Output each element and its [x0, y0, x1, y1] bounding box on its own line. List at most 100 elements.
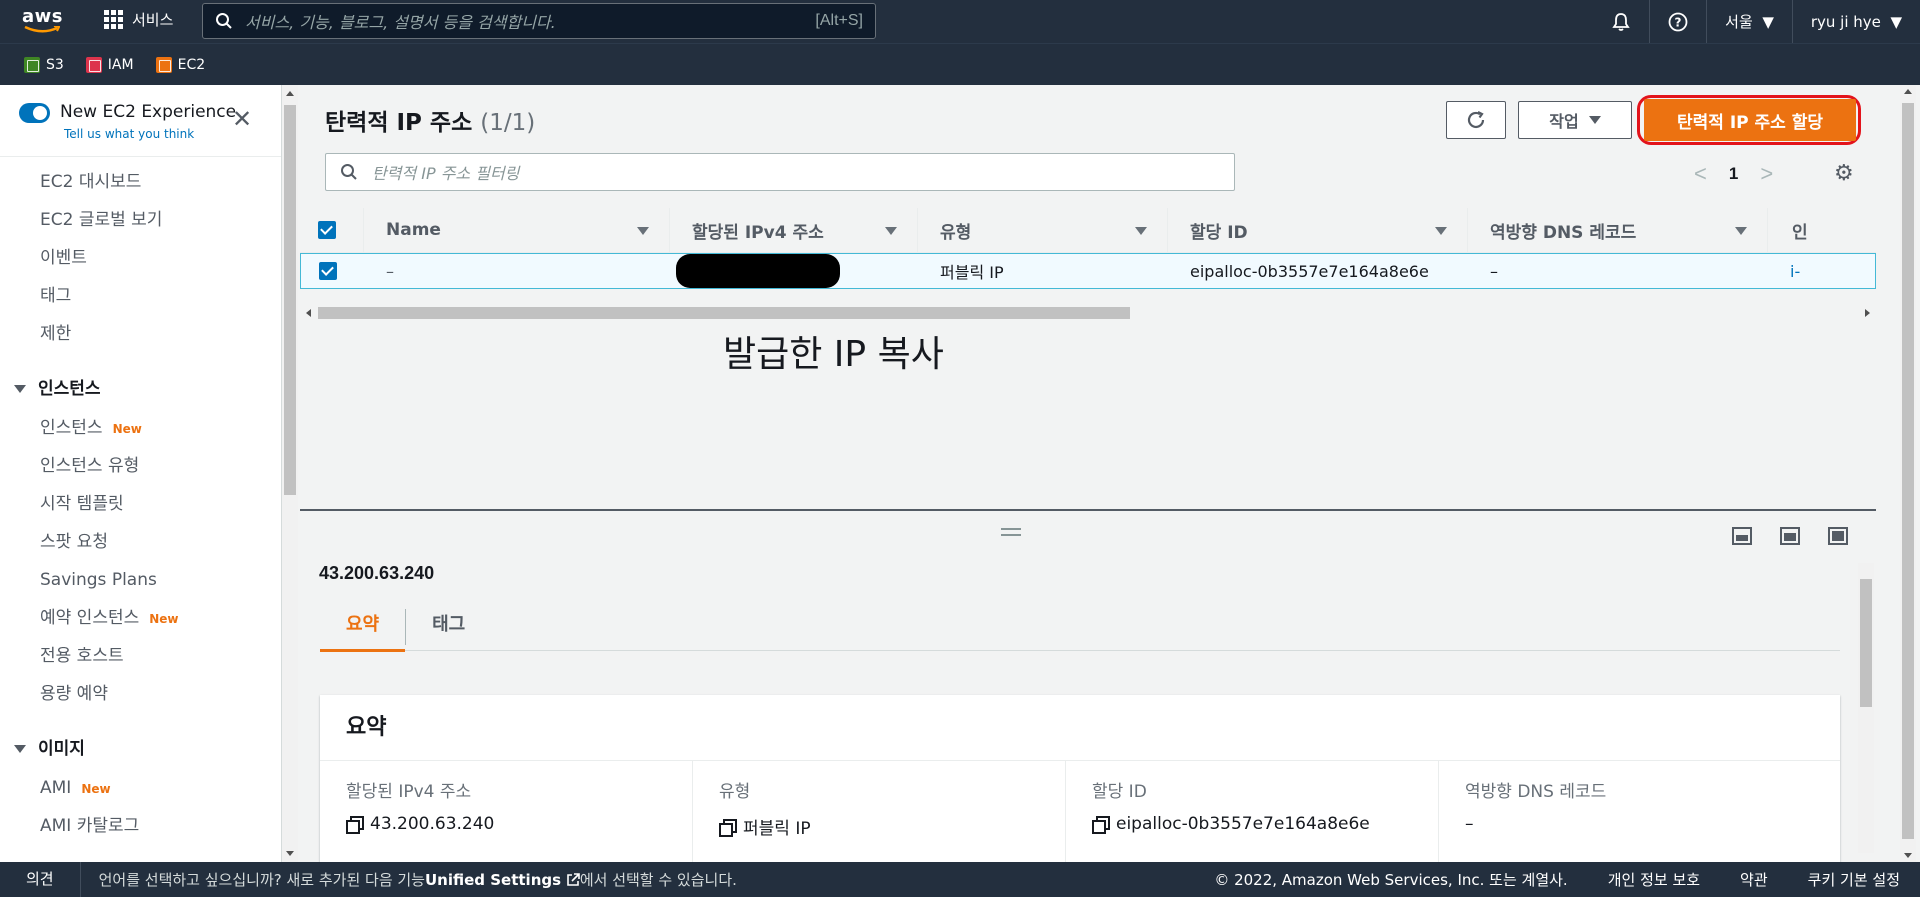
notifications-button[interactable] — [1593, 0, 1649, 43]
new-badge: New — [81, 782, 111, 796]
table-row[interactable]: – 퍼블릭 IP eipalloc-0b3557e7e164a8e6e – i- — [300, 253, 1876, 289]
main-content: 탄력적 IP 주소 (1/1) 작업 탄력적 IP 주소 할당 탄력적 IP 주… — [300, 85, 1876, 865]
sidebar-item-spot-requests[interactable]: 스팟 요청 — [0, 523, 281, 561]
new-experience-toggle[interactable] — [19, 103, 50, 123]
filter-input[interactable]: 탄력적 IP 주소 필터링 — [325, 153, 1235, 191]
cell-type: 퍼블릭 IP — [940, 263, 1004, 282]
page-title-text: 탄력적 IP 주소 — [325, 110, 473, 136]
column-header-reverse-dns[interactable]: 역방향 DNS 레코드 — [1468, 207, 1768, 253]
annotation-text: 발급한 IP 복사 — [723, 334, 944, 375]
close-icon[interactable]: ✕ — [232, 108, 252, 132]
column-header-ipv4[interactable]: 할당된 IPv4 주소 — [670, 207, 918, 253]
cell-name: – — [386, 261, 394, 281]
sidebar-section-images[interactable]: 이미지 — [0, 729, 281, 769]
sidebar-item-dedicated-hosts[interactable]: 전용 호스트 — [0, 637, 281, 675]
sort-icon — [637, 226, 649, 235]
actions-label: 작업 — [1549, 112, 1579, 131]
column-header-type[interactable]: 유형 — [918, 207, 1168, 253]
split-divider — [300, 509, 1876, 511]
sidebar-nav: EC2 대시보드 EC2 글로벌 보기 이벤트 태그 제한 인스턴스 인스턴스 N… — [0, 163, 281, 845]
refresh-icon — [1467, 111, 1485, 129]
elastic-ip-table: Name 할당된 IPv4 주소 유형 할당 ID 역방향 DNS 레코드 인 … — [300, 207, 1876, 289]
help-button[interactable]: ? — [1649, 0, 1706, 43]
field-value: 퍼블릭 IP — [743, 819, 811, 839]
region-selector[interactable]: 서울 ▼ — [1706, 0, 1792, 43]
item-label: AMI — [40, 778, 72, 798]
sidebar-item-capacity-reservations[interactable]: 용량 예약 — [0, 675, 281, 713]
column-header-name[interactable]: Name — [364, 207, 670, 253]
cell-instance-link[interactable]: i- — [1768, 254, 1808, 288]
column-header-allocation-id[interactable]: 할당 ID — [1168, 207, 1468, 253]
page-title: 탄력적 IP 주소 (1/1) — [325, 103, 535, 137]
split-bottom-icon[interactable] — [1732, 527, 1752, 545]
tab-summary[interactable]: 요약 — [320, 603, 406, 652]
details-title: 43.200.63.240 — [319, 563, 435, 583]
sidebar-item-tags[interactable]: 태그 — [0, 277, 281, 315]
favorite-ec2[interactable]: EC2 — [155, 56, 205, 73]
account-menu[interactable]: ryu ji hye ▼ — [1791, 0, 1920, 43]
sidebar-item-dashboard[interactable]: EC2 대시보드 — [0, 163, 281, 201]
sort-icon — [885, 226, 897, 235]
select-all-checkbox[interactable] — [318, 221, 336, 239]
sidebar-scrollbar[interactable] — [282, 85, 298, 862]
split-side-icon[interactable] — [1780, 527, 1800, 545]
sidebar-item-launch-templates[interactable]: 시작 템플릿 — [0, 485, 281, 523]
global-search-input[interactable]: 서비스, 기능, 블로그, 설명서 등을 검색합니다. [Alt+S] — [202, 3, 876, 39]
select-all-checkbox-cell — [300, 207, 364, 253]
sidebar-section-instances[interactable]: 인스턴스 — [0, 369, 281, 409]
privacy-link[interactable]: 개인 정보 보호 — [1588, 869, 1720, 890]
details-scrollbar[interactable] — [1858, 563, 1874, 853]
sort-icon — [1435, 226, 1447, 235]
row-checkbox[interactable] — [319, 262, 337, 280]
aws-logo[interactable]: aws — [22, 6, 66, 36]
field-value: 43.200.63.240 — [370, 814, 495, 834]
column-header-more[interactable]: 인 — [1768, 208, 1808, 253]
user-name: ryu ji hye — [1810, 12, 1881, 31]
sidebar-item-ami[interactable]: AMI New — [0, 769, 281, 807]
actions-dropdown[interactable]: 작업 — [1518, 101, 1632, 139]
field-label: 역방향 DNS 레코드 — [1465, 782, 1607, 802]
field-value: – — [1465, 814, 1474, 834]
sidebar-item-ami-catalog[interactable]: AMI 카탈로그 — [0, 807, 281, 845]
sidebar-item-global-view[interactable]: EC2 글로벌 보기 — [0, 201, 281, 239]
sidebar-item-events[interactable]: 이벤트 — [0, 239, 281, 277]
current-page[interactable]: 1 — [1729, 164, 1738, 184]
feedback-button[interactable]: 의견 — [0, 862, 81, 897]
cookie-preferences-link[interactable]: 쿠키 기본 설정 — [1788, 869, 1920, 890]
allocate-elastic-ip-button[interactable]: 탄력적 IP 주소 할당 — [1644, 99, 1856, 141]
tab-tags[interactable]: 태그 — [406, 603, 491, 651]
sidebar-item-savings-plans[interactable]: Savings Plans — [0, 561, 281, 599]
copy-icon[interactable] — [719, 818, 737, 837]
external-link-icon — [567, 873, 580, 886]
chevron-right-icon[interactable]: > — [1760, 161, 1773, 187]
main-scrollbar[interactable] — [1876, 85, 1920, 862]
feedback-link[interactable]: Tell us what you think — [64, 127, 194, 141]
table-horizontal-scrollbar[interactable] — [300, 305, 1876, 321]
sidebar-item-limits[interactable]: 제한 — [0, 315, 281, 353]
cell-ipv4 — [670, 254, 918, 288]
favorite-s3[interactable]: S3 — [24, 56, 64, 73]
details-tabs: 요약 태그 — [320, 603, 1840, 652]
terms-link[interactable]: 약관 — [1720, 869, 1788, 890]
services-menu-button[interactable]: 서비스 — [104, 9, 173, 30]
favorite-label: S3 — [46, 56, 64, 73]
copy-icon[interactable] — [346, 816, 364, 834]
field-label: 유형 — [719, 782, 751, 802]
search-placeholder: 서비스, 기능, 블로그, 설명서 등을 검색합니다. — [245, 13, 556, 32]
field-value: eipalloc-0b3557e7e164a8e6e — [1116, 814, 1370, 834]
column-label: Name — [386, 220, 441, 240]
favorite-iam[interactable]: IAM — [85, 56, 134, 73]
services-label: 서비스 — [132, 11, 174, 29]
copy-icon[interactable] — [1092, 816, 1110, 834]
split-drag-handle[interactable] — [1001, 528, 1021, 536]
chevron-left-icon[interactable]: < — [1694, 161, 1707, 187]
sidebar-item-reserved-instances[interactable]: 예약 인스턴스 New — [0, 599, 281, 637]
full-screen-icon[interactable] — [1828, 527, 1848, 545]
field-label: 할당된 IPv4 주소 — [346, 782, 472, 802]
gear-icon[interactable]: ⚙ — [1834, 160, 1854, 186]
refresh-button[interactable] — [1446, 101, 1506, 139]
sidebar-item-instances[interactable]: 인스턴스 New — [0, 409, 281, 447]
summary-panel: 요약 할당된 IPv4 주소 43.200.63.240 유형 퍼블릭 IP 할… — [320, 695, 1840, 865]
unified-settings-link[interactable]: Unified Settings — [425, 871, 561, 889]
sidebar-item-instance-types[interactable]: 인스턴스 유형 — [0, 447, 281, 485]
